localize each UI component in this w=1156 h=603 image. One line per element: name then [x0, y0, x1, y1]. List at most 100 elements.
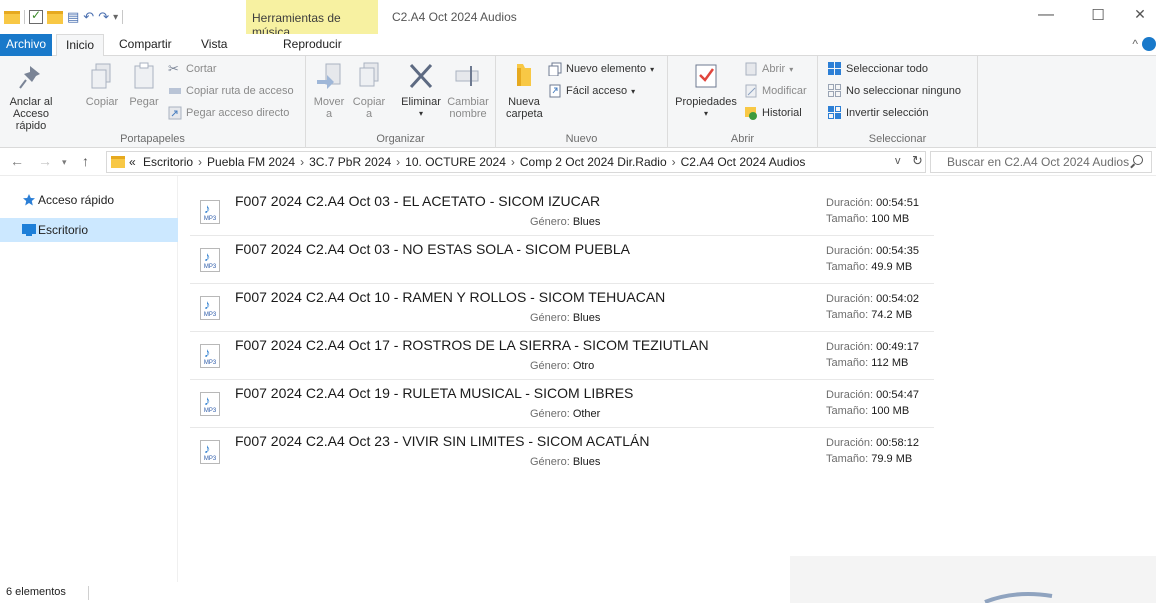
paste-label: Pegar — [129, 96, 159, 108]
folder-icon — [4, 10, 20, 24]
mp3-file-icon: ♪ MP3 — [200, 200, 220, 224]
address-bar[interactable]: « Escritorio › Puebla FM 2024 › 3C.7 PbR 202… — [106, 151, 926, 173]
properties-dropdown-icon[interactable]: ▾ — [674, 108, 738, 120]
minimize-button[interactable]: — — [1024, 6, 1068, 24]
copy-path-button[interactable]: Copiar ruta de acceso — [168, 84, 294, 98]
edit-button[interactable]: Modificar — [744, 84, 807, 98]
search-input[interactable]: Buscar en C2.A4 Oct 2024 Audios — [930, 151, 1152, 173]
desktop-icon — [22, 224, 36, 236]
back-arrow-icon[interactable]: ← — [10, 153, 24, 169]
up-arrow-icon[interactable]: ↑ — [82, 153, 89, 169]
tab-view[interactable]: Vista — [192, 34, 236, 56]
mp3-file-icon: ♪ MP3 — [200, 392, 220, 416]
copy-icon — [87, 60, 117, 92]
address-dropdown-icon[interactable]: v — [895, 155, 901, 167]
help-icon[interactable] — [1142, 37, 1156, 51]
mp3-file-icon: ♪ MP3 — [200, 296, 220, 320]
navigation-bar: ← → ▾ ↑ « Escritorio › Puebla FM 2024 › 3C.7… — [0, 148, 1156, 176]
clipboard-group-label: Portapapeles — [120, 133, 185, 145]
new-folder-button[interactable]: Nueva carpeta — [506, 60, 543, 120]
watermark-arc — [984, 592, 1053, 603]
recent-locations-icon[interactable]: ▾ — [62, 157, 67, 168]
properties-check-icon[interactable] — [29, 8, 43, 24]
rename-button[interactable]: Cambiar nombre — [446, 60, 490, 120]
move-to-button[interactable]: Mover a — [312, 60, 346, 120]
delete-button[interactable]: Eliminar ▾ — [398, 60, 444, 120]
invert-selection-button[interactable]: Invertir selección — [828, 106, 929, 120]
pin-quick-access-button[interactable]: Anclar al Acceso rápido — [4, 60, 58, 132]
select-all-button[interactable]: Seleccionar todo — [828, 62, 928, 76]
breadcrumb-chevron-icon[interactable]: › — [672, 155, 676, 169]
mp3-file-icon: ♪ MP3 — [200, 344, 220, 368]
breadcrumb-pbr[interactable]: 3C.7 PbR 2024 — [309, 155, 391, 169]
pin-icon — [16, 60, 46, 92]
new-folder-icon[interactable] — [47, 10, 63, 24]
history-button[interactable]: Historial — [744, 106, 802, 120]
delete-dropdown-icon[interactable]: ▾ — [398, 108, 444, 120]
undo-icon[interactable]: ↶ — [83, 9, 94, 25]
breadcrumb-comp2[interactable]: Comp 2 Oct 2024 Dir.Radio — [520, 155, 667, 169]
breadcrumb-octure[interactable]: 10. OCTURE 2024 — [405, 155, 506, 169]
file-name: F007 2024 C2.A4 Oct 10 - RAMEN Y ROLLOS … — [235, 289, 666, 305]
open-button[interactable]: Abrir ▾ — [744, 62, 793, 76]
redo-icon[interactable]: ↷ — [98, 9, 109, 25]
rename-label-2: nombre — [449, 108, 487, 120]
clipboard-group: Anclar al Acceso rápido Copiar Pegar ✂ C… — [0, 56, 306, 148]
paste-shortcut-button[interactable]: Pegar acceso directo — [168, 106, 289, 120]
file-duration: Duración: 00:49:17 — [826, 341, 919, 353]
item-count: 6 elementos — [6, 586, 66, 598]
forward-arrow-icon[interactable]: → — [38, 153, 52, 169]
tab-share[interactable]: Compartir — [110, 34, 181, 56]
properties-button[interactable]: Propiedades ▾ — [674, 60, 738, 120]
file-row[interactable]: ♪ MP3 F007 2024 C2.A4 Oct 17 - ROSTROS DE… — [190, 332, 934, 380]
copy-button[interactable]: Copiar — [84, 60, 120, 108]
file-row[interactable]: ♪ MP3 F007 2024 C2.A4 Oct 03 - EL ACETATO… — [190, 188, 934, 236]
maximize-button[interactable]: ☐ — [1076, 6, 1120, 24]
select-all-label: Seleccionar todo — [846, 63, 928, 75]
easy-access-button[interactable]: Fácil acceso ▾ — [548, 84, 635, 98]
file-duration: Duración: 00:54:47 — [826, 389, 919, 401]
invert-selection-icon — [828, 106, 842, 120]
properties-label: Propiedades — [675, 96, 737, 108]
new-item-button[interactable]: Nuevo elemento ▾ — [548, 62, 654, 77]
tab-file[interactable]: Archivo — [0, 34, 53, 56]
breadcrumb-chevron-icon[interactable]: › — [511, 155, 515, 169]
open-label: Abrir — [762, 63, 786, 75]
file-duration: Duración: 00:54:51 — [826, 197, 919, 209]
select-none-button[interactable]: No seleccionar ninguno — [828, 84, 961, 98]
window-title: C2.A4 Oct 2024 Audios — [392, 10, 517, 24]
nav-item-quick-access[interactable]: Acceso rápido — [0, 188, 178, 212]
breadcrumb-chevron-icon[interactable]: › — [300, 155, 304, 169]
cut-label: Cortar — [186, 63, 217, 75]
refresh-icon[interactable]: ↻ — [912, 153, 923, 169]
tab-play[interactable]: Reproducir — [274, 34, 351, 56]
file-row[interactable]: ♪ MP3 F007 2024 C2.A4 Oct 19 - RULETA MUS… — [190, 380, 934, 428]
file-genre: Género: Otro — [530, 360, 595, 372]
qat-dropdown-icon[interactable]: ▾ — [113, 12, 118, 23]
copy-to-button[interactable]: Copiar a — [352, 60, 386, 120]
new-item-label: Nuevo elemento — [566, 63, 647, 75]
breadcrumb-current[interactable]: C2.A4 Oct 2024 Audios — [681, 155, 806, 169]
overflow-crumb[interactable]: « — [129, 155, 136, 169]
file-name: F007 2024 C2.A4 Oct 23 - VIVIR SIN LIMIT… — [235, 433, 650, 449]
breadcrumb-chevron-icon[interactable]: › — [396, 155, 400, 169]
customize-icon[interactable]: ▤ — [67, 9, 79, 25]
breadcrumb-puebla[interactable]: Puebla FM 2024 — [207, 155, 295, 169]
divider — [88, 586, 89, 600]
tab-home[interactable]: Inicio — [56, 34, 105, 57]
collapse-ribbon-icon[interactable]: ^ — [1132, 37, 1138, 51]
music-tools-context-tab: Herramientas de música — [246, 0, 378, 39]
file-row[interactable]: ♪ MP3 F007 2024 C2.A4 Oct 10 - RAMEN Y RO… — [190, 284, 934, 332]
new-group-label: Nuevo — [565, 133, 598, 145]
new-folder-label-1: Nueva — [508, 96, 540, 108]
breadcrumb-chevron-icon[interactable]: › — [198, 155, 202, 169]
nav-item-desktop[interactable]: Escritorio — [0, 218, 178, 242]
cut-button[interactable]: ✂ Cortar — [168, 62, 217, 76]
breadcrumb-escritorio[interactable]: Escritorio — [143, 155, 193, 169]
close-button[interactable]: ✕ — [1118, 6, 1156, 23]
search-icon[interactable] — [1133, 155, 1143, 165]
search-placeholder: Buscar en C2.A4 Oct 2024 Audios — [947, 155, 1130, 169]
paste-button[interactable]: Pegar — [126, 60, 162, 108]
file-row[interactable]: ♪ MP3 F007 2024 C2.A4 Oct 03 - NO ESTAS S… — [190, 236, 934, 284]
file-row[interactable]: ♪ MP3 F007 2024 C2.A4 Oct 23 - VIVIR SIN … — [190, 428, 934, 476]
